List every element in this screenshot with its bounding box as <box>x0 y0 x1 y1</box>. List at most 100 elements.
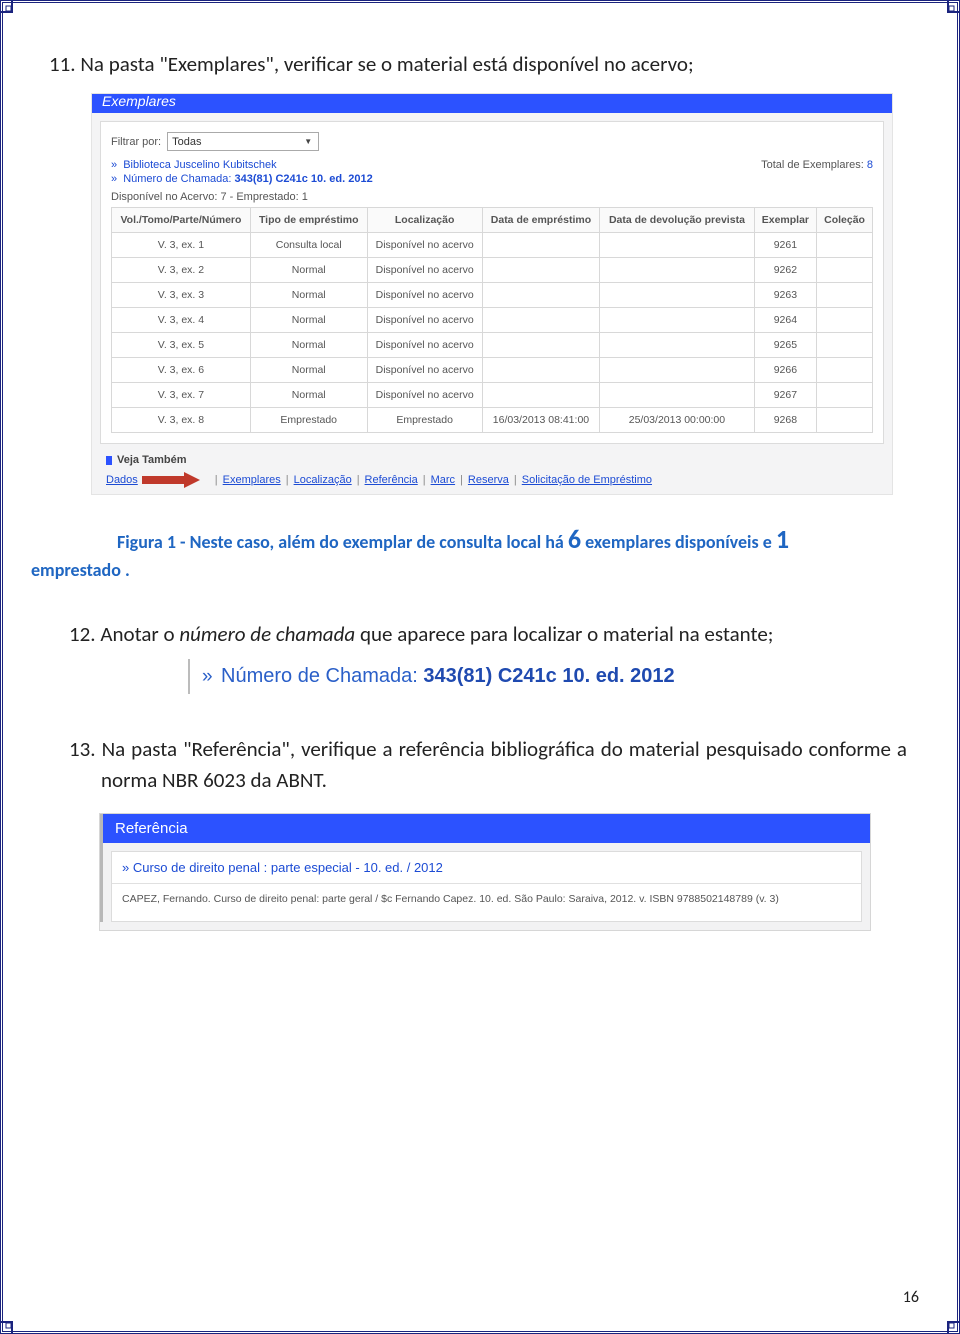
chevron-right-icon: » <box>111 159 117 171</box>
table-cell <box>600 233 754 258</box>
table-row: V. 3, ex. 6NormalDisponível no acervo 926… <box>112 358 873 383</box>
tab-reserva[interactable]: Reserva <box>468 474 509 486</box>
table-cell: V. 3, ex. 4 <box>112 308 251 333</box>
table-row: V. 3, ex. 3NormalDisponível no acervo 926… <box>112 283 873 308</box>
square-bullet-icon <box>106 456 112 465</box>
table-cell: 9265 <box>754 333 816 358</box>
table-cell: Consulta local <box>250 233 367 258</box>
table-cell: V. 3, ex. 6 <box>112 358 251 383</box>
table-cell <box>817 233 873 258</box>
separator: | <box>423 474 426 486</box>
chevron-down-icon: ▼ <box>304 137 312 146</box>
table-cell <box>482 333 600 358</box>
step-12-text: 12. Anotar o número de chamada que apare… <box>101 619 907 649</box>
table-cell: Disponível no acervo <box>367 358 482 383</box>
table-cell <box>482 308 600 333</box>
table-cell <box>817 408 873 433</box>
arrow-right-icon <box>142 472 200 488</box>
step-11-text: 11. Na pasta "Exemplares", verificar se … <box>79 49 909 79</box>
tabs-row: Dados | Exemplares | Localização | Referência |… <box>106 472 892 488</box>
corner-ornament-icon <box>938 1312 960 1334</box>
table-cell: V. 3, ex. 1 <box>112 233 251 258</box>
tab-dados[interactable]: Dados <box>106 474 138 486</box>
table-cell <box>600 333 754 358</box>
table-cell: V. 3, ex. 3 <box>112 283 251 308</box>
separator: | <box>514 474 517 486</box>
filter-label: Filtrar por: <box>111 136 161 148</box>
table-cell: 9266 <box>754 358 816 383</box>
table-cell: V. 3, ex. 5 <box>112 333 251 358</box>
corner-ornament-icon <box>938 0 960 22</box>
table-cell: Emprestado <box>367 408 482 433</box>
table-header-cell: Coleção <box>817 208 873 233</box>
table-cell <box>600 358 754 383</box>
separator: | <box>215 474 218 486</box>
table-cell <box>817 358 873 383</box>
table-cell: 9261 <box>754 233 816 258</box>
table-header-cell: Exemplar <box>754 208 816 233</box>
separator: | <box>286 474 289 486</box>
see-also-label: Veja Também <box>106 454 892 466</box>
page-number: 16 <box>903 1288 919 1307</box>
table-cell: 9263 <box>754 283 816 308</box>
table-row: V. 3, ex. 1Consulta localDisponível no a… <box>112 233 873 258</box>
panel-title-bar: Exemplares <box>92 94 892 113</box>
tab-solicita-o-de-empr-stimo[interactable]: Solicitação de Empréstimo <box>522 474 652 486</box>
tab-exemplares[interactable]: Exemplares <box>223 474 281 486</box>
reference-title: » Curso de direito penal : parte especia… <box>112 852 861 884</box>
exemplares-table: Vol./Tomo/Parte/NúmeroTipo de empréstimo… <box>111 207 873 433</box>
call-number-snippet: » Número de Chamada: 343(81) C241c 10. e… <box>188 659 772 694</box>
table-cell: Disponível no acervo <box>367 258 482 283</box>
separator: | <box>460 474 463 486</box>
panel-title-bar: Referência <box>103 814 870 843</box>
table-row: V. 3, ex. 8EmprestadoEmprestado16/03/201… <box>112 408 873 433</box>
total-exemplares: Total de Exemplares: 8 <box>761 159 873 171</box>
table-row: V. 3, ex. 4NormalDisponível no acervo926… <box>112 308 873 333</box>
figure-caption: Figura 1 - Neste caso, além do exemplar … <box>31 521 909 583</box>
table-header-cell: Data de devolução prevista <box>600 208 754 233</box>
panel-body: Filtrar por: Todas ▼ » Biblioteca Juscel… <box>100 121 884 444</box>
tab-marc[interactable]: Marc <box>431 474 455 486</box>
table-cell <box>600 383 754 408</box>
table-row: V. 3, ex. 2NormalDisponível no acervo926… <box>112 258 873 283</box>
table-cell <box>600 283 754 308</box>
table-cell <box>817 333 873 358</box>
tab-refer-ncia[interactable]: Referência <box>365 474 418 486</box>
table-row: V. 3, ex. 5NormalDisponível no acervo926… <box>112 333 873 358</box>
chevron-right-icon: » <box>111 173 117 185</box>
table-cell: Disponível no acervo <box>367 233 482 258</box>
document-page: 11. Na pasta "Exemplares", verificar se … <box>0 0 960 1334</box>
table-cell <box>482 358 600 383</box>
step-13-text: 13. Na pasta "Referência", verifique a r… <box>101 734 907 795</box>
table-header-cell: Localização <box>367 208 482 233</box>
call-number-label: Número de Chamada: <box>221 665 423 687</box>
table-header-row: Vol./Tomo/Parte/NúmeroTipo de empréstimo… <box>112 208 873 233</box>
table-cell: V. 3, ex. 8 <box>112 408 251 433</box>
availability-line: Disponível no Acervo: 7 - Emprestado: 1 <box>111 191 873 203</box>
table-cell: 9262 <box>754 258 816 283</box>
tab-localiza-o[interactable]: Localização <box>294 474 352 486</box>
filter-select[interactable]: Todas ▼ <box>167 132 319 151</box>
table-cell: 25/03/2013 00:00:00 <box>600 408 754 433</box>
table-cell: Normal <box>250 358 367 383</box>
table-cell <box>817 283 873 308</box>
table-cell <box>482 383 600 408</box>
separator: | <box>357 474 360 486</box>
corner-ornament-icon <box>0 0 22 22</box>
table-header-cell: Tipo de empréstimo <box>250 208 367 233</box>
table-cell <box>817 308 873 333</box>
table-cell: 9268 <box>754 408 816 433</box>
table-cell: Disponível no acervo <box>367 308 482 333</box>
table-cell: 9267 <box>754 383 816 408</box>
table-cell: Disponível no acervo <box>367 283 482 308</box>
call-number-line: » Número de Chamada: 343(81) C241c 10. e… <box>111 173 873 185</box>
reference-text: CAPEZ, Fernando. Curso de direito penal:… <box>112 884 861 921</box>
table-cell: Normal <box>250 333 367 358</box>
table-cell: V. 3, ex. 7 <box>112 383 251 408</box>
corner-ornament-icon <box>0 1312 22 1334</box>
table-cell: V. 3, ex. 2 <box>112 258 251 283</box>
filter-select-value: Todas <box>172 136 201 148</box>
screenshot-referencia: Referência » Curso de direito penal : pa… <box>99 813 871 931</box>
panel-body: » Curso de direito penal : parte especia… <box>111 851 862 922</box>
table-cell: Normal <box>250 283 367 308</box>
